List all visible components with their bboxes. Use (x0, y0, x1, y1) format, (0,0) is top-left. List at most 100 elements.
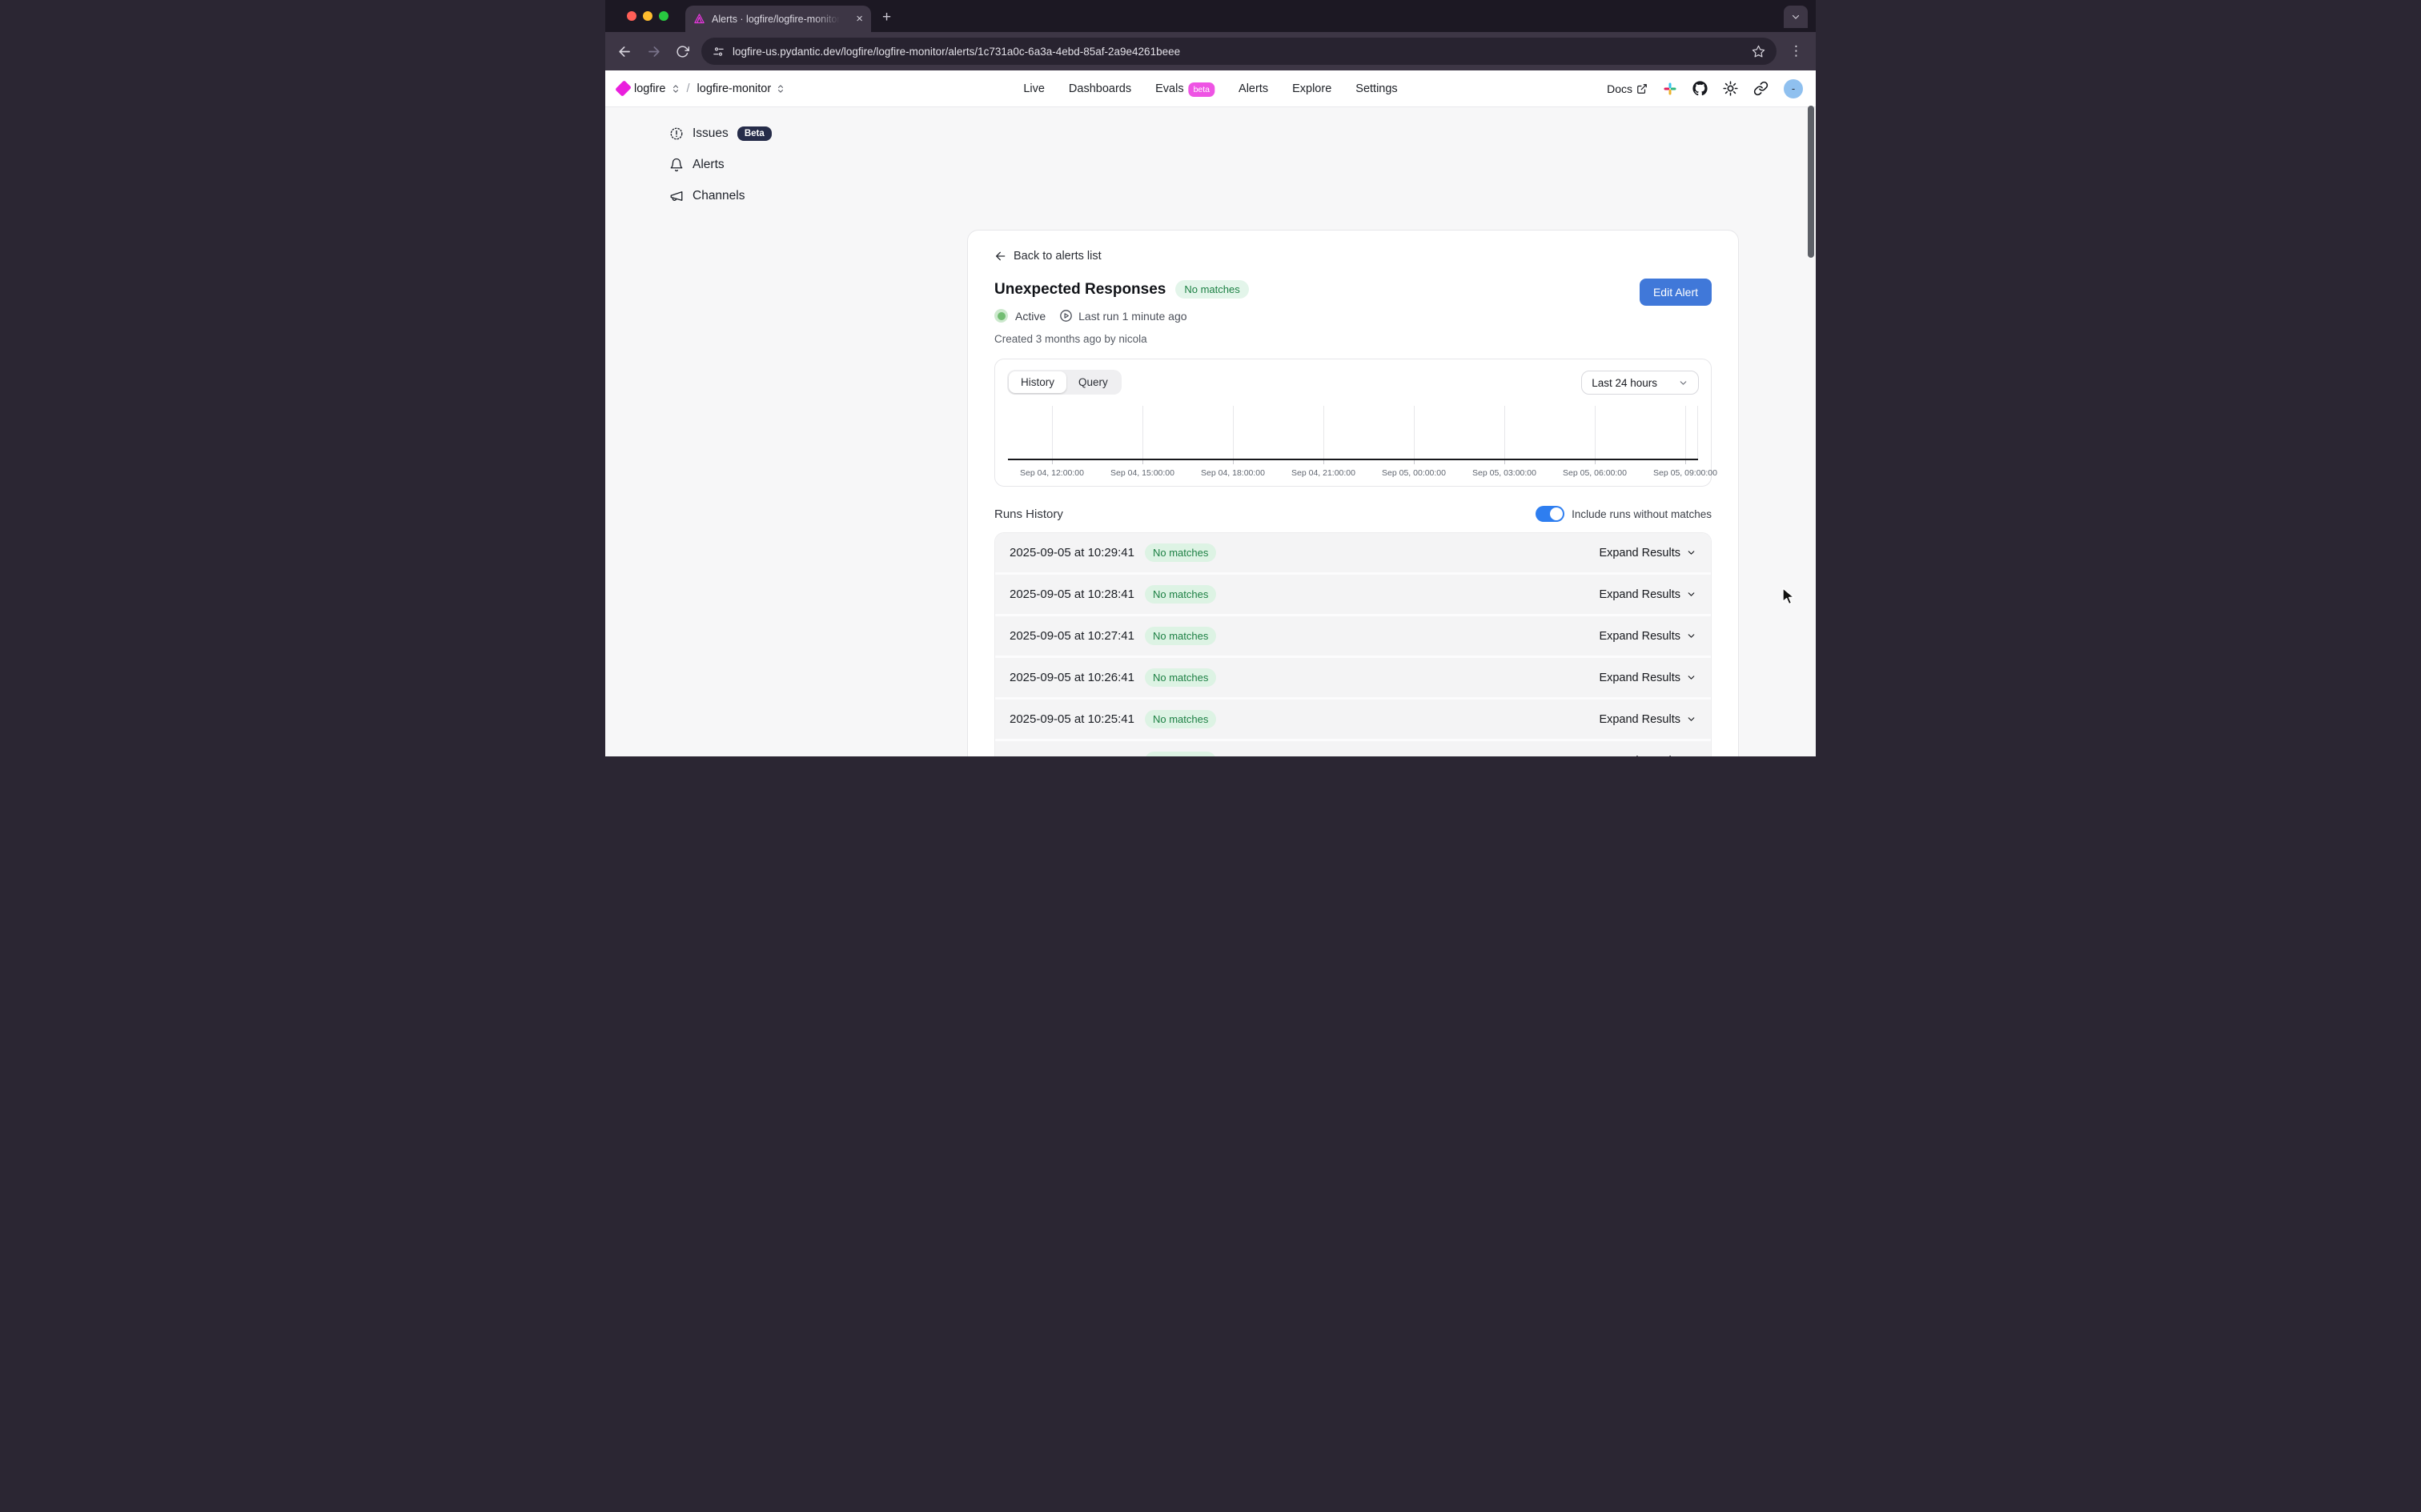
docs-link[interactable]: Docs (1607, 82, 1648, 95)
bookmark-star-icon[interactable] (1752, 45, 1765, 58)
run-row[interactable]: 2025-09-05 at 10:26:41 No matches Expand… (995, 658, 1711, 700)
nav-evals[interactable]: Evalsbeta (1155, 82, 1215, 95)
page-title: Unexpected Responses (994, 281, 1166, 299)
run-status-badge: No matches (1145, 543, 1216, 562)
x-tick-label: Sep 04, 21:00:00 (1271, 468, 1375, 478)
new-tab-button[interactable]: + (882, 10, 891, 26)
chevron-down-icon (1686, 547, 1696, 558)
nav-settings[interactable]: Settings (1355, 82, 1397, 95)
created-by: Created 3 months ago by nicola (994, 333, 1712, 345)
run-timestamp: 2025-09-05 at 10:25:41 (1010, 712, 1134, 726)
run-status-badge: No matches (1145, 752, 1216, 756)
sidebar-item-label: Channels (693, 189, 745, 203)
x-tick-label: Sep 05, 06:00:00 (1543, 468, 1647, 478)
run-status-badge: No matches (1145, 710, 1216, 728)
run-row[interactable]: 2025-09-05 at 10:28:41 No matches Expand… (995, 575, 1711, 616)
runs-list: 2025-09-05 at 10:29:41 No matches Expand… (994, 532, 1712, 756)
tab-query[interactable]: Query (1066, 371, 1120, 393)
alert-detail-card: Back to alerts list Unexpected Responses… (967, 230, 1739, 756)
x-tick-label: Sep 05, 00:00:00 (1362, 468, 1466, 478)
app-header: logfire / logfire-monitor Live Dashboard… (605, 70, 1816, 107)
run-timestamp: 2025-09-05 at 10:24:41 (1010, 754, 1134, 756)
sidebar-item-issues[interactable]: Issues Beta (669, 126, 909, 141)
expand-results-button[interactable]: Expand Results (1599, 630, 1696, 643)
panel-tabs: History Query (1007, 370, 1122, 395)
chevron-down-icon (1686, 589, 1696, 600)
history-chart (1008, 406, 1698, 460)
run-row[interactable]: 2025-09-05 at 10:27:41 No matches Expand… (995, 616, 1711, 658)
expand-results-button[interactable]: Expand Results (1599, 672, 1696, 684)
browser-toolbar: logfire-us.pydantic.dev/logfire/logfire-… (605, 32, 1816, 70)
minimize-window-button[interactable] (643, 11, 652, 21)
chevron-down-icon (1686, 714, 1696, 724)
nav-explore[interactable]: Explore (1292, 82, 1331, 95)
main-nav: Live Dashboards Evalsbeta Alerts Explore… (1023, 82, 1397, 95)
nav-alerts[interactable]: Alerts (1239, 82, 1268, 95)
tab-close-icon[interactable]: × (856, 13, 863, 25)
last-run-label: Last run 1 minute ago (1078, 310, 1186, 323)
forward-button[interactable] (644, 42, 663, 61)
address-bar[interactable]: logfire-us.pydantic.dev/logfire/logfire-… (701, 38, 1777, 65)
time-range-select[interactable]: Last 24 hours (1581, 371, 1699, 395)
x-axis-labels: Sep 04, 12:00:00 Sep 04, 15:00:00 Sep 04… (1008, 468, 1698, 479)
expand-results-button[interactable]: Expand Results (1599, 547, 1696, 559)
include-runs-toggle-label: Include runs without matches (1572, 508, 1712, 520)
chevron-down-icon (1686, 631, 1696, 641)
browser-menu-icon[interactable]: ⋮ (1786, 43, 1806, 59)
close-window-button[interactable] (627, 11, 636, 21)
evals-beta-badge: beta (1189, 82, 1215, 97)
tab-title: Alerts · logfire/logfire-monitor (712, 14, 840, 25)
active-indicator-icon (994, 309, 1008, 323)
runs-history-title: Runs History (994, 507, 1063, 521)
org-switcher[interactable]: logfire (634, 82, 666, 95)
url-text[interactable]: logfire-us.pydantic.dev/logfire/logfire-… (733, 46, 1744, 58)
last-run: Last run 1 minute ago (1059, 309, 1186, 323)
nav-dashboards[interactable]: Dashboards (1069, 82, 1131, 95)
x-tick-label: Sep 05, 09:00:00 (1633, 468, 1737, 478)
status-badge: No matches (1175, 280, 1248, 299)
tab-history[interactable]: History (1009, 371, 1066, 393)
logfire-favicon (693, 13, 705, 25)
slack-icon[interactable] (1663, 82, 1677, 96)
tab-search-button[interactable] (1784, 6, 1808, 28)
expand-results-button[interactable]: Expand Results (1599, 713, 1696, 726)
github-icon[interactable] (1692, 81, 1708, 96)
mouse-cursor (1782, 588, 1800, 607)
edit-alert-button[interactable]: Edit Alert (1640, 279, 1712, 306)
window-controls[interactable] (627, 11, 668, 21)
run-row[interactable]: 2025-09-05 at 10:24:41 No matches Expand… (995, 741, 1711, 756)
theme-sun-icon[interactable] (1723, 81, 1738, 96)
nav-live[interactable]: Live (1023, 82, 1045, 95)
external-link-icon (1636, 83, 1648, 94)
reload-button[interactable] (672, 42, 692, 61)
logfire-logo-icon (615, 80, 632, 97)
project-switcher[interactable]: logfire-monitor (697, 82, 772, 95)
issues-beta-badge: Beta (737, 126, 772, 141)
run-row[interactable]: 2025-09-05 at 10:25:41 No matches Expand… (995, 700, 1711, 741)
org-switcher-chevrons-icon[interactable] (672, 84, 680, 94)
include-runs-toggle[interactable] (1536, 506, 1564, 522)
site-settings-icon[interactable] (713, 46, 725, 58)
x-tick-label: Sep 04, 18:00:00 (1181, 468, 1285, 478)
megaphone-icon (669, 189, 684, 203)
breadcrumb-separator: / (687, 82, 690, 95)
run-timestamp: 2025-09-05 at 10:27:41 (1010, 629, 1134, 643)
chevron-down-icon (1791, 12, 1801, 22)
sidebar-item-alerts[interactable]: Alerts (669, 158, 909, 172)
run-row[interactable]: 2025-09-05 at 10:29:41 No matches Expand… (995, 533, 1711, 575)
page-scrollbar-thumb[interactable] (1808, 106, 1814, 258)
runs-history-header: Runs History Include runs without matche… (994, 506, 1712, 522)
screen: Alerts · logfire/logfire-monitor × + log… (605, 0, 1816, 756)
back-to-alerts-link[interactable]: Back to alerts list (994, 250, 1712, 263)
expand-results-button[interactable]: Expand Results (1599, 755, 1696, 757)
sidebar-item-channels[interactable]: Channels (669, 189, 909, 203)
alert-title-row: Unexpected Responses No matches Edit Ale… (994, 280, 1712, 299)
back-button[interactable] (615, 42, 634, 61)
bell-icon (669, 158, 684, 172)
project-switcher-chevrons-icon[interactable] (777, 84, 785, 94)
browser-tab[interactable]: Alerts · logfire/logfire-monitor × (685, 6, 871, 32)
expand-results-button[interactable]: Expand Results (1599, 588, 1696, 601)
user-avatar[interactable]: - (1784, 79, 1803, 98)
zoom-window-button[interactable] (659, 11, 668, 21)
share-link-icon[interactable] (1753, 81, 1769, 96)
